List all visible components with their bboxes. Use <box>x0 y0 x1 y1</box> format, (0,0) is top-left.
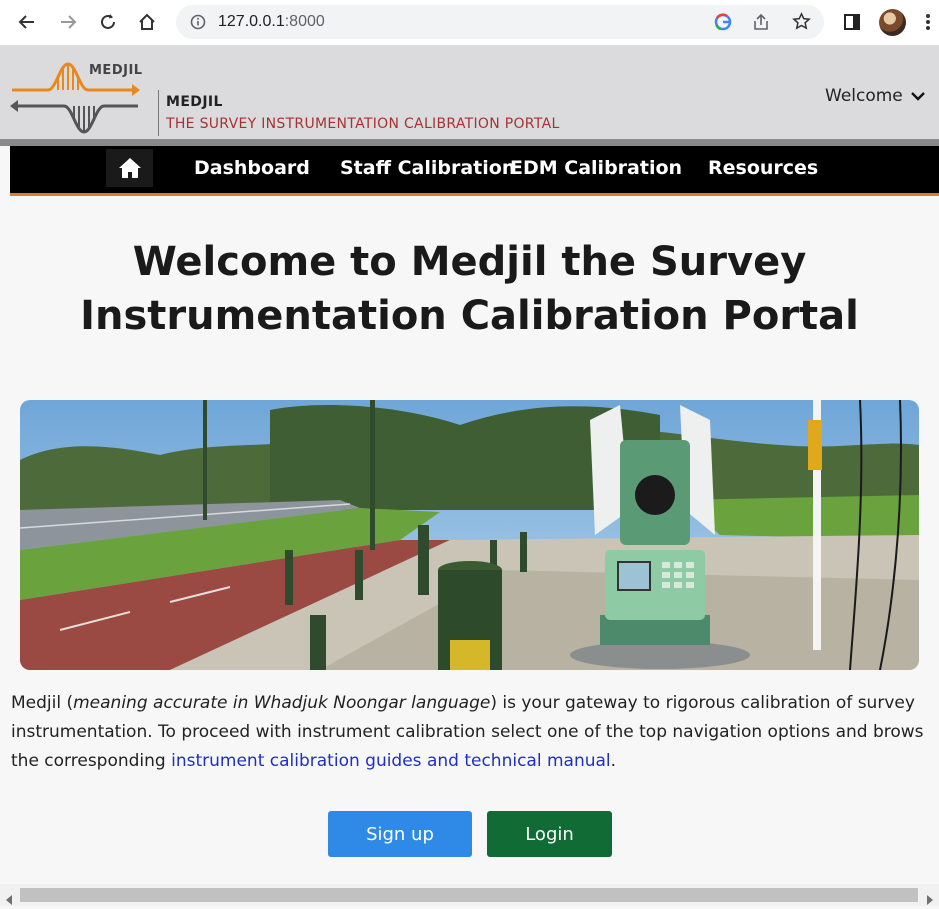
forward-arrow-icon[interactable] <box>56 10 80 34</box>
intro-paragraph: Medjil (meaning accurate in Whadjuk Noon… <box>11 689 926 776</box>
address-bar[interactable]: 127.0.0.1:8000 <box>176 5 824 39</box>
guides-link[interactable]: instrument calibration guides and techni… <box>171 751 611 771</box>
home-icon[interactable] <box>135 10 159 34</box>
url-host: 127.0.0.1 <box>218 13 285 30</box>
horizontal-scrollbar[interactable] <box>0 884 939 906</box>
chevron-down-icon <box>910 92 925 101</box>
login-button[interactable]: Login <box>487 811 612 857</box>
welcome-label: Welcome <box>825 86 903 106</box>
back-arrow-icon[interactable] <box>15 10 39 34</box>
welcome-dropdown[interactable]: Welcome <box>825 86 925 106</box>
profile-avatar[interactable] <box>879 9 906 36</box>
brand-name: MEDJIL <box>166 94 223 110</box>
side-panel-icon[interactable] <box>840 10 864 34</box>
url-text: 127.0.0.1:8000 <box>218 13 325 31</box>
intro-italic: meaning accurate in Whadjuk Noongar lang… <box>73 693 491 713</box>
nav-dashboard[interactable]: Dashboard <box>194 157 310 179</box>
nav-home-button[interactable] <box>106 149 153 187</box>
reload-icon[interactable] <box>96 10 120 34</box>
scrollbar-thumb[interactable] <box>20 888 918 902</box>
page-title-line1: Welcome to Medjil the Survey <box>132 239 807 285</box>
google-icon[interactable] <box>714 13 732 35</box>
page-title: Welcome to Medjil the Survey Instrumenta… <box>0 235 939 343</box>
kebab-menu-icon[interactable] <box>916 10 939 34</box>
share-icon[interactable] <box>752 13 770 35</box>
logo-text: MEDJIL <box>89 63 143 78</box>
intro-text-3: . <box>610 751 617 771</box>
scroll-left-arrow-icon[interactable] <box>5 890 13 909</box>
header-divider <box>0 139 939 146</box>
main-navigation: Dashboard Staff Calibration EDM Calibrat… <box>10 146 939 196</box>
hero-image <box>20 400 919 670</box>
brand-subtitle: THE SURVEY INSTRUMENTATION CALIBRATION P… <box>166 116 560 132</box>
nav-staff-calibration[interactable]: Staff Calibration <box>340 157 515 179</box>
signup-button[interactable]: Sign up <box>328 811 472 857</box>
nav-edm-calibration[interactable]: EDM Calibration <box>510 157 682 179</box>
intro-text-1: Medjil ( <box>11 693 74 713</box>
nav-resources[interactable]: Resources <box>708 157 818 179</box>
scroll-right-arrow-icon[interactable] <box>926 890 934 909</box>
url-port: :8000 <box>284 13 325 30</box>
brand-divider <box>158 90 159 136</box>
star-bookmark-icon[interactable] <box>792 12 811 35</box>
info-icon[interactable] <box>190 14 206 34</box>
browser-toolbar: 127.0.0.1:8000 <box>0 0 939 46</box>
page-title-line2: Instrumentation Calibration Portal <box>80 293 859 339</box>
home-icon <box>118 158 141 178</box>
